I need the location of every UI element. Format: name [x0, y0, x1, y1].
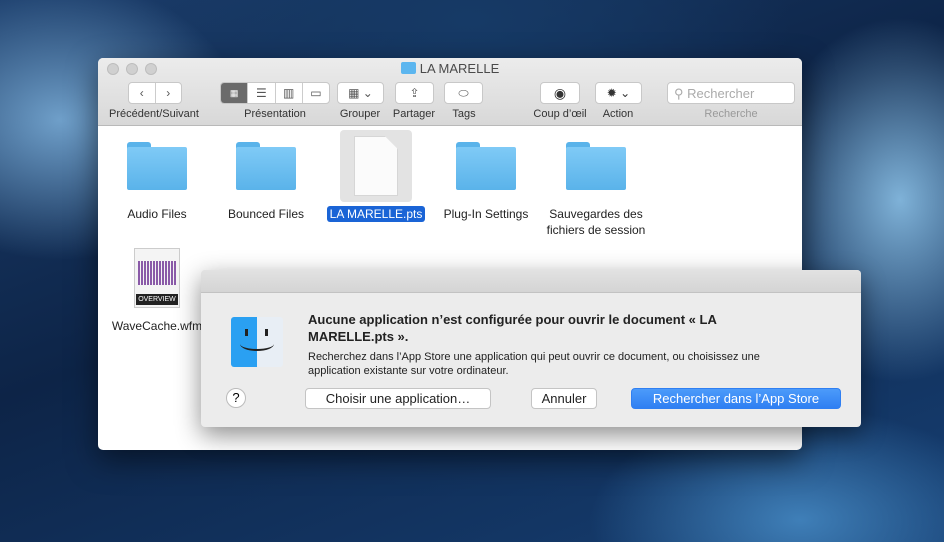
back-button[interactable]: ‹ [129, 83, 156, 103]
quicklook-button[interactable]: ◉ [540, 82, 580, 104]
choose-application-button[interactable]: Choisir une application… [305, 388, 491, 409]
gallery-view-button[interactable]: ▭ [303, 83, 329, 103]
view-segmented: ▦ ☰ ▥ ▭ [220, 82, 330, 104]
nav-buttons: ‹ › [128, 82, 182, 104]
file-item[interactable]: OVERVIEW WaveCache.wfm [107, 248, 207, 334]
help-button[interactable]: ? [226, 388, 246, 408]
folder-icon [400, 62, 416, 74]
share-label: Partager [392, 108, 436, 120]
folder-icon [236, 142, 296, 190]
file-item-selected[interactable]: LA MARELLE.pts [326, 130, 426, 222]
list-view-button[interactable]: ☰ [248, 83, 276, 103]
tags-label: Tags [452, 108, 476, 120]
nav-label: Précédent/Suivant [109, 108, 199, 120]
search-icon: ⚲ [674, 86, 688, 101]
dialog-message: Recherchez dans l’App Store une applicat… [308, 351, 760, 377]
folder-icon [127, 142, 187, 190]
alert-dialog: Aucune application n’est configurée pour… [201, 270, 861, 427]
share-button[interactable]: ⇪ [395, 82, 434, 104]
search-input[interactable]: ⚲ Rechercher [667, 82, 795, 104]
file-item[interactable]: Bounced Files [216, 142, 316, 222]
finder-icon [231, 317, 283, 367]
tag-icon: ⬭ [458, 85, 469, 100]
file-item[interactable]: Audio Files [107, 142, 207, 222]
action-button[interactable]: ✹ ⌄ [595, 82, 642, 104]
toolbar: LA MARELLE ‹ › Précédent/Suivant ▦ ☰ ▥ ▭ Pré… [98, 58, 802, 126]
gear-icon: ✹ ⌄ [606, 86, 631, 100]
action-label: Action [602, 108, 634, 120]
file-item[interactable]: Sauvegardes des fichiers de session [546, 142, 646, 238]
icon-view-button[interactable]: ▦ [221, 83, 249, 103]
quicklook-label: Coup d’œil [533, 108, 587, 120]
window-title: LA MARELLE [98, 61, 802, 76]
share-icon: ⇪ [409, 86, 420, 100]
eye-icon: ◉ [553, 84, 567, 101]
view-label: Présentation [244, 108, 306, 120]
cancel-button[interactable]: Annuler [531, 388, 597, 409]
file-item[interactable]: Plug-In Settings [436, 142, 536, 222]
search-label: Recherche [704, 108, 758, 120]
group-label: Grouper [339, 108, 381, 120]
document-icon [340, 130, 412, 202]
folder-icon [456, 142, 516, 190]
column-view-button[interactable]: ▥ [276, 83, 303, 103]
dialog-title: Aucune application n’est configurée pour… [308, 312, 717, 344]
search-app-store-button[interactable]: Rechercher dans l’App Store [631, 388, 841, 409]
forward-button[interactable]: › [156, 83, 182, 103]
group-icon: ▦ ⌄ [348, 86, 373, 100]
wavecache-icon: OVERVIEW [134, 248, 180, 308]
folder-icon [566, 142, 626, 190]
group-button[interactable]: ▦ ⌄ [337, 82, 384, 104]
tags-button[interactable]: ⬭ [444, 82, 483, 104]
